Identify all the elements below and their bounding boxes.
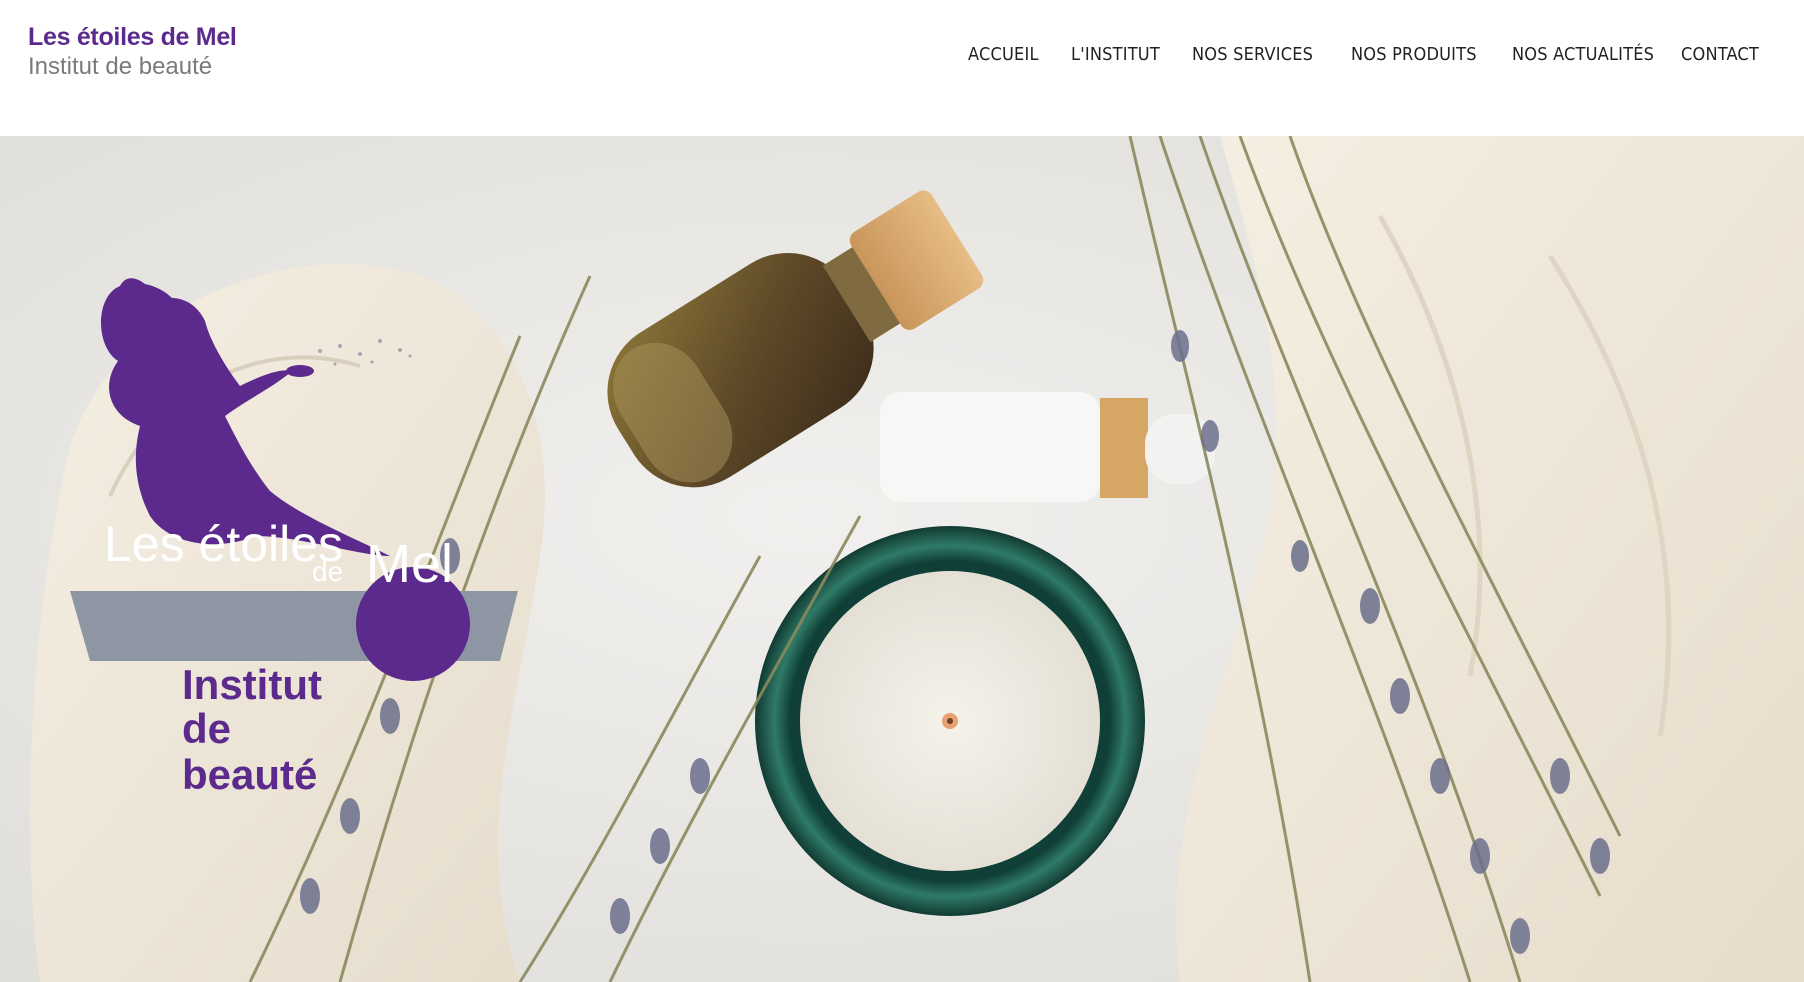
nav-item-services[interactable]: NOS SERVICES (1192, 40, 1313, 70)
hero-logo-de: de (312, 556, 344, 587)
nav-item-contact[interactable]: CONTACT (1681, 40, 1759, 70)
site-header: Les étoiles de Mel Institut de beauté AC… (0, 0, 1804, 136)
brand-name: Les étoiles de Mel (28, 23, 237, 51)
brand-subtitle: Institut de beauté (28, 53, 213, 80)
site-logo-link[interactable]: Les étoiles de Mel Institut de beauté (28, 22, 237, 82)
nav-item-institut[interactable]: L'INSTITUT (1071, 40, 1160, 70)
hero-logo-line1: Les étoiles (104, 516, 344, 572)
nav-item-accueil[interactable]: ACCUEIL (968, 40, 1039, 70)
hero-logo-line4: de beauté (182, 705, 318, 798)
nav-item-actualites[interactable]: NOS ACTUALITÉS (1512, 40, 1654, 70)
hero-banner: Les étoiles de Mel Institut de beauté (0, 136, 1804, 982)
hero-logo-line3: Institut (182, 661, 322, 708)
nav-item-produits[interactable]: NOS PRODUITS (1351, 40, 1477, 70)
hero-logo-mel: Mel (366, 534, 454, 594)
